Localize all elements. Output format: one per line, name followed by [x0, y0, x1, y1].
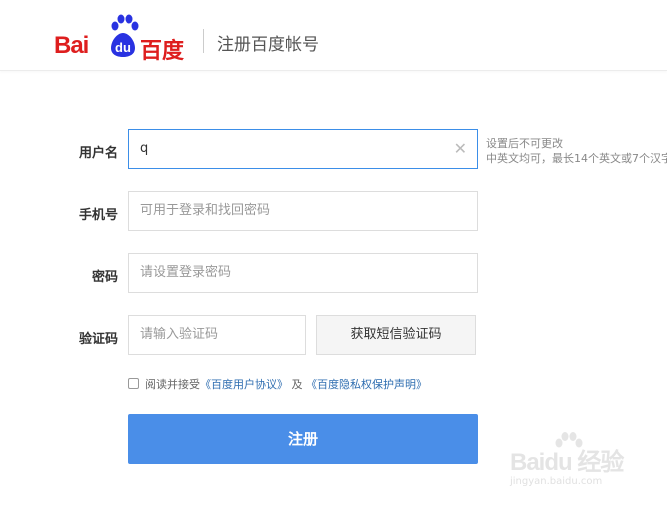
- logo-cn-text: 百度: [140, 39, 185, 64]
- page-header: Bai du 百度 注册百度帐号: [0, 0, 667, 71]
- watermark-url: jingyan.baidu.com: [510, 476, 603, 487]
- captcha-label: 验证码: [78, 332, 118, 347]
- agreement-and: 及: [291, 378, 303, 391]
- agreement-row: 阅读并接受《百度用户协议》 及 《百度隐私权保护声明》: [128, 376, 427, 392]
- user-agreement-link[interactable]: 《百度用户协议》: [200, 378, 288, 391]
- get-sms-code-button[interactable]: 获取短信验证码: [316, 315, 476, 355]
- logo-du-text: du: [115, 40, 131, 55]
- captcha-input[interactable]: 请输入验证码: [128, 315, 306, 355]
- username-hint: 设置后不可更改 中英文均可，最长14个英文或7个汉字: [486, 136, 667, 170]
- username-label: 用户名: [78, 146, 118, 161]
- page-title: 注册百度帐号: [217, 35, 319, 55]
- phone-label: 手机号: [78, 208, 118, 223]
- agreement-prefix: 阅读并接受: [145, 378, 200, 391]
- password-input[interactable]: 请设置登录密码: [128, 253, 478, 293]
- password-label: 密码: [91, 270, 118, 285]
- username-hint-line2: 中英文均可，最长14个英文或7个汉字: [486, 152, 667, 165]
- header-divider: [203, 29, 204, 53]
- captcha-placeholder: 请输入验证码: [140, 327, 219, 342]
- clear-icon[interactable]: ✕: [454, 130, 467, 168]
- username-hint-line1: 设置后不可更改: [486, 137, 563, 150]
- watermark-main-text: Baidu 经验: [510, 449, 624, 476]
- baidu-logo[interactable]: Bai du 百度: [54, 14, 190, 64]
- logo-du-badge: du: [111, 33, 135, 57]
- register-button[interactable]: 注册: [128, 414, 478, 464]
- logo-bai-text: Bai: [54, 32, 89, 59]
- username-value: q: [140, 141, 149, 156]
- password-placeholder: 请设置登录密码: [140, 265, 232, 280]
- agreement-checkbox[interactable]: [128, 378, 139, 389]
- watermark: Baidu 经验 jingyan.baidu.com: [510, 432, 640, 494]
- phone-placeholder: 可用于登录和找回密码: [140, 203, 271, 218]
- username-input[interactable]: q ✕: [128, 129, 478, 169]
- privacy-policy-link[interactable]: 《百度隐私权保护声明》: [306, 378, 427, 391]
- phone-input[interactable]: 可用于登录和找回密码: [128, 191, 478, 231]
